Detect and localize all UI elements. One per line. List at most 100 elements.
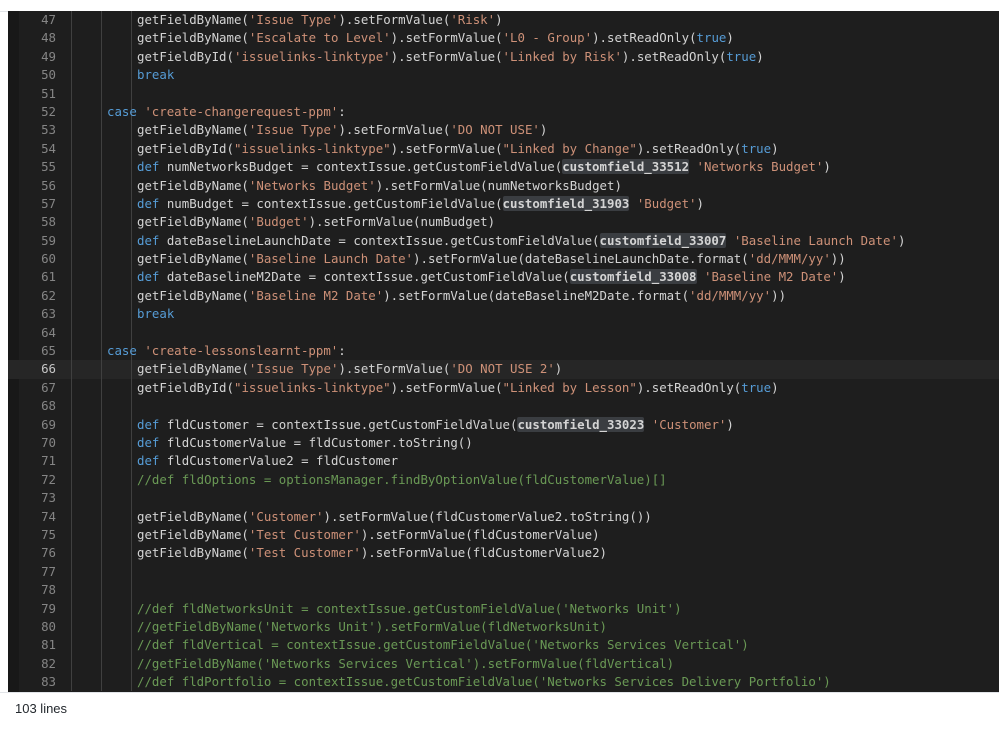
indent-guide xyxy=(131,581,132,600)
line-number[interactable]: 71 xyxy=(22,452,56,470)
indent-guide xyxy=(71,525,72,545)
code-content: getFieldById('issuelinks-linktype').setF… xyxy=(137,48,764,66)
line-number[interactable]: 62 xyxy=(22,287,56,305)
line-number[interactable]: 52 xyxy=(22,103,56,121)
line-number[interactable]: 74 xyxy=(22,508,56,526)
line-number[interactable]: 61 xyxy=(22,268,56,286)
line-number[interactable]: 66 xyxy=(22,360,56,378)
line-number[interactable]: 56 xyxy=(22,177,56,195)
code-content: getFieldByName('Issue Type').setFormValu… xyxy=(137,360,562,378)
code-line[interactable]: 82 //getFieldByName('Networks Services Ve… xyxy=(8,654,999,674)
line-number[interactable]: 70 xyxy=(22,434,56,452)
code-text: ).setFormValue(numBudget) xyxy=(308,214,496,230)
indent-guide xyxy=(71,231,72,251)
indent-guide xyxy=(101,470,102,490)
line-number[interactable]: 47 xyxy=(22,11,56,29)
line-number[interactable]: 49 xyxy=(22,48,56,66)
indent-guide xyxy=(131,305,132,324)
line-number[interactable]: 72 xyxy=(22,471,56,489)
line-number[interactable]: 50 xyxy=(22,66,56,84)
code-line[interactable]: 60 getFieldByName('Baseline Launch Date')… xyxy=(8,250,999,269)
code-line[interactable]: 64 xyxy=(8,323,999,343)
string-literal: 'DO NOT USE 2' xyxy=(450,361,555,377)
code-line[interactable]: 50 break xyxy=(8,66,999,85)
line-number[interactable]: 73 xyxy=(22,489,56,507)
code-line[interactable]: 49 getFieldById('issuelinks-linktype').se… xyxy=(8,47,999,67)
code-line[interactable]: 47 getFieldByName('Issue Type').setFormVa… xyxy=(8,11,999,30)
line-number[interactable]: 51 xyxy=(22,85,56,103)
line-number[interactable]: 77 xyxy=(22,563,56,581)
code-line[interactable]: 66 getFieldByName('Issue Type').setFormVa… xyxy=(8,360,999,379)
code-line[interactable]: 73 xyxy=(8,489,999,508)
indent-guide xyxy=(71,470,72,490)
line-number[interactable]: 78 xyxy=(22,581,56,599)
code-line[interactable]: 78 xyxy=(8,581,999,600)
indent-guide xyxy=(101,84,102,103)
line-number[interactable]: 75 xyxy=(22,526,56,544)
code-line[interactable]: 52 case 'create-changerequest-ppm': xyxy=(8,102,999,122)
line-number[interactable]: 80 xyxy=(22,618,56,636)
indent-guide xyxy=(101,507,102,526)
code-line[interactable]: 70 def fldCustomerValue = fldCustomer.toS… xyxy=(8,433,999,453)
code-line[interactable]: 71 def fldCustomerValue2 = fldCustomer xyxy=(8,452,999,471)
line-number[interactable]: 57 xyxy=(22,195,56,213)
code-line[interactable]: 74 getFieldByName('Customer').setFormValu… xyxy=(8,507,999,526)
indent-guide xyxy=(101,415,102,434)
comment: //getFieldByName('Networks Services Vert… xyxy=(137,655,675,671)
code-line[interactable]: 75 getFieldByName('Test Customer').setFor… xyxy=(8,525,999,545)
code-line[interactable]: 79 //def fldNetworksUnit = contextIssue.g… xyxy=(8,599,999,618)
line-count: 103 lines xyxy=(15,701,68,716)
code-line[interactable]: 77 xyxy=(8,562,999,582)
indent-guide xyxy=(101,323,102,343)
code-line[interactable]: 48 getFieldByName('Escalate to Level').se… xyxy=(8,29,999,48)
line-number[interactable]: 67 xyxy=(22,379,56,397)
code-line[interactable]: 61 def dateBaselineM2Date = contextIssue.… xyxy=(8,268,999,287)
indent-guide xyxy=(71,544,72,563)
indent-guide xyxy=(101,636,102,655)
code-content: getFieldByName('Escalate to Level').setF… xyxy=(137,29,734,47)
line-number[interactable]: 65 xyxy=(22,342,56,360)
code-line[interactable]: 51 xyxy=(8,84,999,103)
code-line[interactable]: 68 xyxy=(8,397,999,416)
line-number[interactable]: 53 xyxy=(22,121,56,139)
code-line[interactable]: 76 getFieldByName('Test Customer').setFor… xyxy=(8,544,999,563)
code-line[interactable]: 65 case 'create-lessonslearnt-ppm': xyxy=(8,342,999,361)
code-line[interactable]: 67 getFieldById("issuelinks-linktype").se… xyxy=(8,378,999,398)
indent-guide xyxy=(101,360,102,379)
code-text: )) xyxy=(771,287,787,303)
line-number[interactable]: 48 xyxy=(22,29,56,47)
indent-guide xyxy=(101,194,102,214)
code-line[interactable]: 83 //def fldPortfolio = contextIssue.getC… xyxy=(8,673,999,692)
line-number[interactable]: 82 xyxy=(22,655,56,673)
line-number[interactable]: 60 xyxy=(22,250,56,268)
line-number[interactable]: 69 xyxy=(22,416,56,434)
code-line[interactable]: 63 break xyxy=(8,305,999,324)
code-line[interactable]: 57 def numBudget = contextIssue.getCustom… xyxy=(8,194,999,214)
code-line[interactable]: 81 //def fldVertical = contextIssue.getCu… xyxy=(8,636,999,655)
line-number[interactable]: 58 xyxy=(22,213,56,231)
line-number[interactable]: 79 xyxy=(22,600,56,618)
line-number[interactable]: 83 xyxy=(22,673,56,691)
line-number[interactable]: 59 xyxy=(22,232,56,250)
line-number[interactable]: 64 xyxy=(22,324,56,342)
code-line[interactable]: 59 def dateBaselineLaunchDate = contextIs… xyxy=(8,231,999,251)
code-line[interactable]: 69 def fldCustomer = contextIssue.getCust… xyxy=(8,415,999,434)
line-number[interactable]: 55 xyxy=(22,158,56,176)
string-literal: 'Customer' xyxy=(248,508,324,524)
code-line[interactable]: 55 def numNetworksBudget = contextIssue.g… xyxy=(8,158,999,177)
code-line[interactable]: 56 getFieldByName('Networks Budget').setF… xyxy=(8,176,999,195)
code-line[interactable]: 53 getFieldByName('Issue Type').setFormVa… xyxy=(8,121,999,140)
line-number[interactable]: 54 xyxy=(22,140,56,158)
line-number[interactable]: 81 xyxy=(22,636,56,654)
code-line[interactable]: 62 getFieldByName('Baseline M2 Date').set… xyxy=(8,286,999,306)
line-number[interactable]: 68 xyxy=(22,397,56,415)
indent-guide xyxy=(131,562,132,582)
line-number[interactable]: 76 xyxy=(22,544,56,562)
code-line[interactable]: 58 getFieldByName('Budget').setFormValue(… xyxy=(8,213,999,232)
code-line[interactable]: 80 //getFieldByName('Networks Unit').setF… xyxy=(8,617,999,637)
code-line[interactable]: 54 getFieldById("issuelinks-linktype").se… xyxy=(8,139,999,159)
code-editor[interactable]: 47 getFieldByName('Issue Type').setFormVa… xyxy=(8,11,999,692)
code-line[interactable]: 72 //def fldOptions = optionsManager.find… xyxy=(8,470,999,490)
line-number[interactable]: 63 xyxy=(22,305,56,323)
